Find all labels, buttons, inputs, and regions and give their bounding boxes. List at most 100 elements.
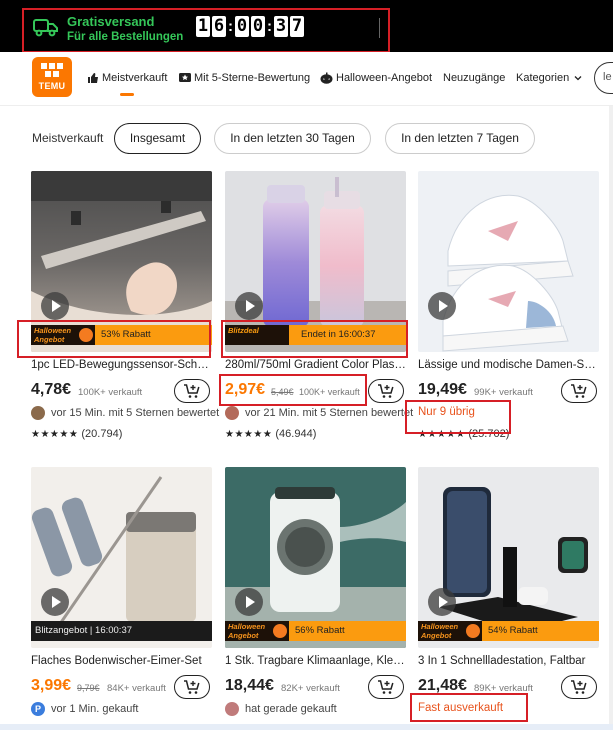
nav-halloween[interactable]: Halloween-Angebot [320, 72, 432, 84]
star-rating-icon: ★★★★★ [225, 429, 273, 440]
highlight-box-badge-1 [17, 320, 211, 358]
recent-purchase: P vor 1 Min. gekauft [31, 702, 138, 716]
star-review-icon [179, 73, 191, 82]
pumpkin-icon [320, 72, 333, 84]
meta-text: vor 21 Min. mit 5 Sternen bewertet [245, 407, 414, 419]
video-play-icon[interactable] [41, 588, 69, 616]
nav-label: Halloween-Angebot [336, 72, 433, 84]
nav-label: Mit 5-Sterne-Bewertung [194, 72, 311, 84]
video-play-icon[interactable] [235, 588, 263, 616]
pumpkin-icon [273, 624, 287, 638]
highlight-box-stock-3 [405, 400, 511, 434]
nav-five-star[interactable]: Mit 5-Sterne-Bewertung [179, 72, 310, 84]
logo-text: TEMU [38, 81, 66, 91]
truck-icon [33, 19, 58, 37]
cart-icon [378, 680, 394, 694]
discount-badge: Halloween Angebot 54% Rabatt [418, 621, 599, 641]
flash-sale-badge: Blitzangebot | 16:00:37 [31, 621, 212, 641]
product-title[interactable]: 1 Stk. Tragbare Klimaanlage, Kleiner Ven… [225, 655, 406, 667]
cart-icon [184, 384, 200, 398]
product-price: 19,49€ [418, 381, 467, 398]
nav-best-sellers[interactable]: Meistverkauft [87, 72, 167, 84]
review-count: (46.944) [275, 428, 317, 440]
sold-count: 84K+ verkauft [107, 683, 166, 694]
countdown-timer: 1 6 : 0 0 : 3 7 [196, 16, 304, 37]
nav-new-arrivals[interactable]: Neuzugänge [443, 72, 505, 84]
temu-logo[interactable]: TEMU [32, 57, 72, 97]
video-play-icon[interactable] [235, 292, 263, 320]
add-to-cart-button[interactable] [174, 379, 210, 403]
meta-text: vor 1 Min. gekauft [51, 703, 139, 715]
add-to-cart-button[interactable] [561, 675, 597, 699]
chevron-down-icon [574, 76, 582, 81]
meta-text: vor 15 Min. mit 5 Sternen bewertet [51, 407, 220, 419]
sold-count: 82K+ verkauft [281, 683, 340, 694]
video-play-icon[interactable] [428, 292, 456, 320]
sold-count: 100K+ verkauft [78, 387, 143, 398]
review-count: (20.794) [81, 428, 123, 440]
badge-text: 56% Rabatt [295, 625, 345, 636]
active-tab-indicator [120, 93, 134, 96]
timer-digit: 0 [251, 16, 265, 37]
nav-label: Neuzugänge [443, 72, 506, 84]
rating: ★★★★★ (46.944) [225, 428, 316, 440]
shipping-title: Gratisversand [67, 14, 155, 29]
highlight-box-badge-2 [221, 320, 408, 358]
shipping-subtitle: Für alle Bestellungen [67, 31, 184, 43]
cart-icon [571, 680, 587, 694]
bottom-edge [0, 724, 613, 730]
cart-icon [184, 680, 200, 694]
logo-mark-icon [41, 63, 63, 77]
recent-review: vor 15 Min. mit 5 Sternen bewertet [31, 406, 219, 420]
product-title[interactable]: Flaches Bodenwischer-Eimer-Set [31, 655, 212, 667]
add-to-cart-button[interactable] [368, 379, 404, 403]
nav-categories[interactable]: Kategorien [516, 72, 586, 84]
add-to-cart-button[interactable] [174, 675, 210, 699]
thumbs-up-icon [88, 73, 98, 83]
product-image[interactable] [418, 171, 599, 352]
avatar: P [31, 702, 45, 716]
badge-text: 54% Rabatt [488, 625, 538, 636]
product-image[interactable]: Halloween Angebot 56% Rabatt [225, 467, 406, 648]
cart-icon [378, 384, 394, 398]
avatar [31, 406, 45, 420]
video-play-icon[interactable] [41, 292, 69, 320]
product-price: 4,78€ [31, 381, 72, 398]
banner-divider [379, 18, 380, 38]
meta-text: hat gerade gekauft [245, 703, 337, 715]
star-rating-icon: ★★★★★ [31, 429, 79, 440]
avatar [225, 702, 239, 716]
product-price: 18,44€ [225, 677, 274, 694]
highlight-box-stock-6 [410, 693, 528, 722]
video-play-icon[interactable] [428, 588, 456, 616]
pumpkin-icon [466, 624, 480, 638]
product-title[interactable]: 3 In 1 Schnellladestation, Faltbar [418, 655, 599, 667]
timer-digit: 6 [212, 16, 226, 37]
original-price: 9,79€ [77, 683, 100, 693]
product-title[interactable]: 1pc LED-Bewegungssensor-Schrankleuchte [31, 359, 212, 371]
product-title[interactable]: Lässige und modische Damen-Sneaker [418, 359, 599, 371]
filter-label: Meistverkauft [32, 131, 104, 145]
nav-label: Kategorien [516, 72, 570, 84]
scrollbar[interactable] [609, 106, 613, 730]
cart-icon [571, 384, 587, 398]
filter-all-time[interactable]: Insgesamt [114, 123, 201, 154]
rating: ★★★★★ (20.794) [31, 428, 122, 440]
timer-digit: 1 [196, 16, 210, 37]
recent-review: vor 21 Min. mit 5 Sternen bewertet [225, 406, 413, 420]
badge-text: Blitzangebot | 16:00:37 [35, 625, 133, 636]
product-price: 3,99€ [31, 677, 72, 694]
product-image[interactable]: Blitzangebot | 16:00:37 [31, 467, 212, 648]
discount-badge: Halloween Angebot 56% Rabatt [225, 621, 406, 641]
add-to-cart-button[interactable] [561, 379, 597, 403]
timer-digit: 3 [274, 16, 288, 37]
avatar [225, 406, 239, 420]
timer-digit: 7 [290, 16, 304, 37]
product-title[interactable]: 280ml/750ml Gradient Color Plastik Wasse… [225, 359, 406, 371]
timer-digit: 0 [235, 16, 249, 37]
filter-30-days[interactable]: In den letzten 30 Tagen [214, 123, 371, 154]
recent-purchase: hat gerade gekauft [225, 702, 337, 716]
filter-7-days[interactable]: In den letzten 7 Tagen [385, 123, 535, 154]
product-image[interactable]: Halloween Angebot 54% Rabatt [418, 467, 599, 648]
add-to-cart-button[interactable] [368, 675, 404, 699]
